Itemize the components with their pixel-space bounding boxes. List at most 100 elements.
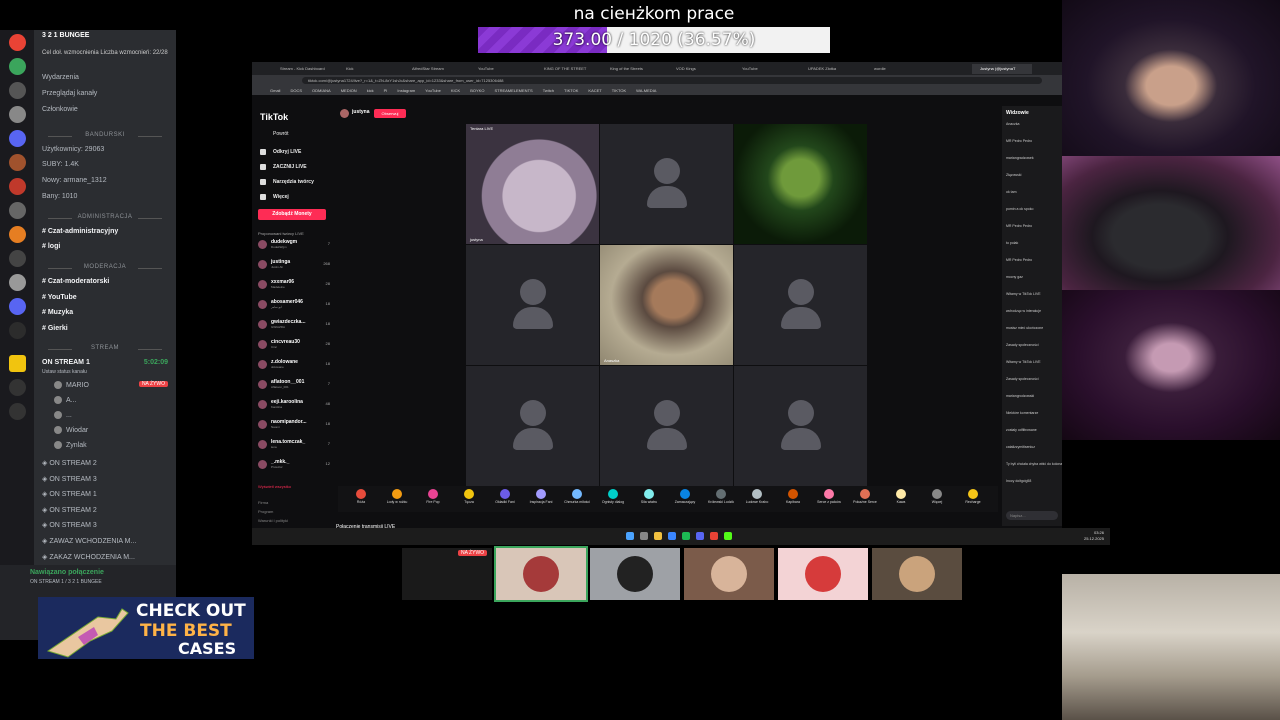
bookmark[interactable]: TIKTOK (612, 88, 626, 93)
gift-item[interactable]: Więcej (922, 489, 952, 504)
server-icon[interactable] (9, 274, 26, 291)
gift-item[interactable]: Róża (346, 489, 376, 504)
channel-youtube[interactable]: # YouTube (42, 294, 77, 301)
suggested-creator[interactable]: justinga Justin Ali 268 (258, 259, 330, 271)
category-admin[interactable]: ADMINISTRACJA (42, 214, 168, 220)
server-icon[interactable] (9, 226, 26, 243)
bookmark[interactable]: PI (384, 88, 388, 93)
category-bandurski[interactable]: BANDURSKI (42, 132, 168, 138)
server-icon[interactable] (9, 322, 26, 339)
browser-tab[interactable]: YouTube (470, 64, 530, 74)
gift-item[interactable]: Siła wiatru (634, 489, 664, 504)
browser-tab[interactable]: AlfredStar Stream (404, 64, 464, 74)
gift-item[interactable]: Inspiracja Fani (526, 489, 556, 504)
footer-link[interactable]: Warunki i polityki (258, 518, 288, 523)
server-icon[interactable] (9, 130, 26, 147)
spotify-icon[interactable] (682, 532, 690, 540)
explore-icon[interactable] (9, 403, 26, 420)
nav-more[interactable]: Więcej (260, 194, 289, 200)
host-avatar[interactable] (340, 109, 349, 118)
voice-user[interactable]: A... (54, 396, 77, 404)
gift-item[interactable]: Zamaczający (670, 489, 700, 504)
stream-thumbnail[interactable] (494, 546, 588, 602)
server-icon[interactable] (9, 202, 26, 219)
guest-slot-empty[interactable] (466, 366, 599, 486)
gift-item[interactable]: Królewski Lodzik (706, 489, 736, 504)
case-ad-banner[interactable]: CHECK OUT THE BEST CASES (38, 597, 254, 659)
voice-channel[interactable]: ◈ ON STREAM 3 (42, 521, 97, 529)
voice-channel[interactable]: ◈ ZAKAZ WCHODZENIA M... (42, 553, 135, 561)
follow-button[interactable]: Obserwuj (374, 109, 406, 118)
stream-thumbnail[interactable] (684, 548, 774, 600)
server-icon[interactable] (9, 250, 26, 267)
guest-slot-empty[interactable] (466, 245, 599, 365)
server-name[interactable]: 3 2 1 BUNGEE (42, 32, 89, 39)
gift-item[interactable]: Okładki Fani (490, 489, 520, 504)
bookmark[interactable]: YouTube (425, 88, 441, 93)
footer-link[interactable]: Program (258, 509, 273, 514)
server-icon[interactable] (9, 298, 26, 315)
url-field[interactable]: tiktok.com/@justyna1724/live?_r=1&_t=ZN-… (302, 77, 1042, 84)
voice-channel[interactable]: ◈ ON STREAM 3 (42, 475, 97, 483)
suggested-creator[interactable]: z.dolowane dolowane 18 (258, 359, 330, 371)
suggested-creator[interactable]: lena.tomczak_ lena 7 (258, 439, 330, 451)
see-all-link[interactable]: Wyświetl wszystko (258, 484, 291, 489)
voice-user[interactable]: ... (54, 411, 72, 419)
nav-discover-live[interactable]: Odkryj LIVE (259, 149, 301, 155)
host-name[interactable]: justyna (352, 109, 370, 115)
gift-item[interactable]: Tęcza (454, 489, 484, 504)
gift-item[interactable]: Ognisty dialog (598, 489, 628, 504)
browser-tab-active[interactable]: Justyna (@justynaT (972, 64, 1032, 74)
voice-user[interactable]: Wiodar (54, 426, 88, 434)
voice-channel[interactable]: ◈ ON STREAM 1 (42, 490, 97, 498)
browser-tab[interactable]: KING OF THE STREET (536, 64, 596, 74)
gift-item[interactable]: Chmurka miłości (562, 489, 592, 504)
bookmark[interactable]: TIKTOK (564, 88, 578, 93)
stream-thumbnail[interactable]: NA ŻYWO (402, 548, 492, 600)
browser-tab[interactable]: Kick (338, 64, 398, 74)
bookmark[interactable]: Twitch (543, 88, 554, 93)
bookmark[interactable]: Gmail (270, 88, 280, 93)
bookmark[interactable]: STREAMELEMENTS (494, 88, 532, 93)
guest-slot-empty[interactable] (734, 366, 867, 486)
suggested-creator[interactable]: xxxmar06 Madeleine 28 (258, 279, 330, 291)
suggested-creator[interactable]: abosamer046 ابو سامر 18 (258, 299, 330, 311)
category-moderation[interactable]: MODERACJA (42, 264, 168, 270)
voice-channel[interactable]: ◈ ZAWAZ WCHODZENIA M... (42, 537, 136, 545)
channel-status[interactable]: Ustaw status kanału (42, 369, 87, 375)
guest-cam[interactable] (734, 124, 867, 244)
gift-item[interactable]: Lody w rożku (382, 489, 412, 504)
stream-thumbnail[interactable] (590, 548, 680, 600)
channel-mod-chat[interactable]: # Czat-moderatorski (42, 278, 109, 285)
voice-channel-active[interactable]: ON STREAM 1 5:02:09 (42, 359, 168, 366)
folder-icon[interactable] (654, 532, 662, 540)
suggested-creator[interactable]: aflatoon__001 Aflatoon_001 7 (258, 379, 330, 391)
gift-item[interactable]: Pokaźne Serce (850, 489, 880, 504)
server-icon[interactable] (9, 82, 26, 99)
stream-thumbnail[interactable] (778, 548, 868, 600)
chat-input[interactable]: Napisz... (1006, 511, 1058, 520)
channel-games[interactable]: # Gierki (42, 325, 68, 332)
search-icon[interactable] (640, 532, 648, 540)
get-coins-button[interactable]: Zdobądź Monety (258, 209, 326, 220)
connected-channel[interactable]: ON STREAM 1 / 3 2 1 BUNGEE (30, 579, 102, 585)
channel-music[interactable]: # Muzyka (42, 309, 73, 316)
bookmark[interactable]: kick (367, 88, 374, 93)
browser-tab[interactable]: Stream - Kick Dashboard (272, 64, 332, 74)
add-server-icon[interactable] (9, 379, 26, 396)
server-icon[interactable] (9, 154, 26, 171)
bookmark[interactable]: Instagram (397, 88, 415, 93)
start-icon[interactable] (626, 532, 634, 540)
guest-cam[interactable]: Tentara LIVE justyna (466, 124, 599, 244)
discord-icon[interactable] (696, 532, 704, 540)
suggested-creator[interactable]: gwiazdeczka... GWIAZDA 18 (258, 319, 330, 331)
bookmark[interactable]: BOYKO (470, 88, 484, 93)
browser-tab[interactable]: VOD Kings (668, 64, 728, 74)
gift-item[interactable]: Ludowe Krabo (742, 489, 772, 504)
suggested-creator[interactable]: _.mkk._ Prowizor 12 (258, 459, 330, 471)
bookmark[interactable]: WA-MEDIA (636, 88, 656, 93)
menu-members[interactable]: Członkowie (42, 106, 78, 113)
gift-item[interactable]: Recharge (958, 489, 988, 504)
bookmark[interactable]: KACET (588, 88, 601, 93)
gift-item[interactable]: Fire Pop (418, 489, 448, 504)
